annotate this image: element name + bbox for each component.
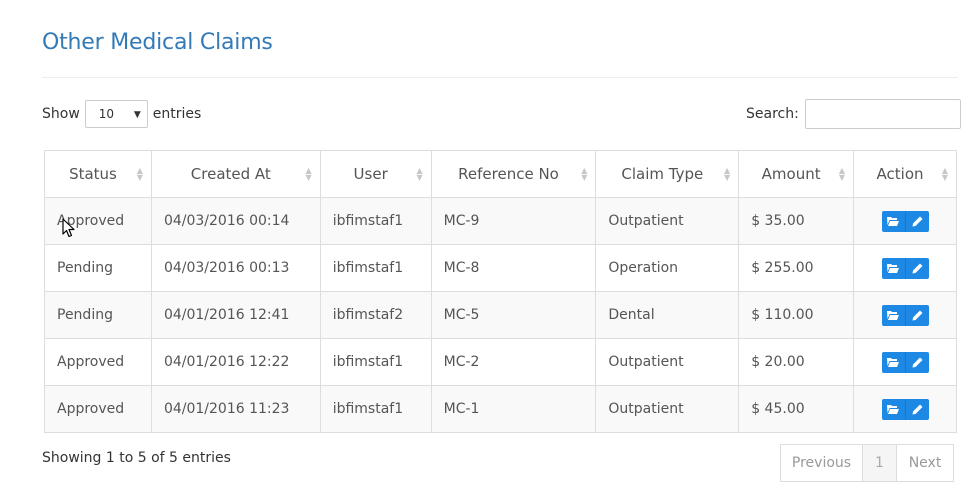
- claim-type-cell: Outpatient: [595, 338, 740, 386]
- folder-open-icon: [887, 405, 900, 414]
- entries-length-control: Show 10 ▼ entries: [42, 99, 201, 129]
- table-info: Showing 1 to 5 of 5 entries: [42, 450, 231, 466]
- title-divider: [42, 77, 958, 78]
- table-search: Search:: [746, 99, 961, 129]
- table-row: Approved 04/01/2016 12:22 ibfimstaf1 MC-…: [44, 338, 957, 386]
- table-row: Pending 04/01/2016 12:41 ibfimstaf2 MC-5…: [44, 291, 957, 339]
- row-action-group: [881, 210, 929, 232]
- amount-cell: $ 255.00: [738, 244, 855, 292]
- sort-icon: ▲ ▼: [136, 166, 143, 182]
- user-cell: ibfimstaf1: [319, 385, 432, 433]
- page-1-button[interactable]: 1: [862, 444, 897, 482]
- table-row: Approved 04/01/2016 11:23 ibfimstaf1 MC-…: [44, 385, 957, 433]
- reference-no-cell: MC-2: [430, 338, 597, 386]
- row-action-group: [881, 257, 929, 279]
- reference-no-cell: MC-9: [430, 197, 597, 245]
- created-at-cell: 04/03/2016 00:14: [150, 197, 321, 245]
- edit-claim-button[interactable]: [905, 398, 929, 420]
- folder-open-icon: [887, 264, 900, 273]
- created-at-cell: 04/01/2016 12:22: [150, 338, 321, 386]
- column-header-created-at[interactable]: Created At ▲ ▼: [150, 150, 321, 198]
- amount-cell: $ 110.00: [738, 291, 855, 339]
- page-title: Other Medical Claims: [42, 30, 273, 55]
- entries-label: entries: [152, 106, 202, 122]
- reference-no-cell: MC-5: [430, 291, 597, 339]
- row-action-group: [881, 398, 929, 420]
- pencil-icon: [912, 357, 923, 367]
- status-cell: Approved: [44, 385, 152, 433]
- sort-icon: ▲ ▼: [416, 166, 423, 182]
- amount-cell: $ 35.00: [738, 197, 855, 245]
- view-claim-button[interactable]: [881, 304, 906, 326]
- status-cell: Pending: [44, 244, 152, 292]
- amount-cell: $ 45.00: [738, 385, 855, 433]
- pencil-icon: [912, 263, 923, 273]
- sort-icon: ▲ ▼: [724, 166, 731, 182]
- action-cell: [853, 244, 957, 292]
- column-header-claim-type[interactable]: Claim Type ▲ ▼: [595, 150, 740, 198]
- search-label: Search:: [746, 106, 799, 122]
- folder-open-icon: [887, 311, 900, 320]
- view-claim-button[interactable]: [881, 351, 906, 373]
- claim-type-cell: Dental: [595, 291, 740, 339]
- table-row: Approved 04/03/2016 00:14 ibfimstaf1 MC-…: [44, 197, 957, 245]
- pencil-icon: [912, 310, 923, 320]
- action-cell: [853, 291, 957, 339]
- edit-claim-button[interactable]: [905, 351, 929, 373]
- status-cell: Approved: [44, 338, 152, 386]
- medical-claims-page: Other Medical Claims Show 10 ▼ entries S…: [0, 0, 975, 502]
- sort-icon: ▲ ▼: [838, 166, 846, 182]
- column-header-amount[interactable]: Amount ▲ ▼: [738, 150, 855, 198]
- claim-type-cell: Outpatient: [595, 197, 740, 245]
- edit-claim-button[interactable]: [905, 257, 929, 279]
- view-claim-button[interactable]: [881, 210, 906, 232]
- column-header-status[interactable]: Status ▲ ▼: [44, 150, 152, 198]
- folder-open-icon: [887, 217, 900, 226]
- column-header-reference-no[interactable]: Reference No ▲ ▼: [430, 150, 597, 198]
- edit-claim-button[interactable]: [905, 210, 929, 232]
- entries-per-page-value: 10: [98, 107, 115, 121]
- action-cell: [853, 385, 957, 433]
- previous-page-button[interactable]: Previous: [780, 444, 863, 482]
- created-at-cell: 04/03/2016 00:13: [150, 244, 321, 292]
- column-header-action[interactable]: Action ▲ ▼: [853, 150, 957, 198]
- next-page-button[interactable]: Next: [896, 444, 954, 482]
- column-header-user[interactable]: User ▲ ▼: [319, 150, 432, 198]
- entries-per-page-select[interactable]: 10 ▼: [84, 100, 148, 128]
- row-action-group: [881, 304, 929, 326]
- show-label: Show: [42, 106, 80, 122]
- pencil-icon: [912, 404, 923, 414]
- created-at-cell: 04/01/2016 12:41: [150, 291, 321, 339]
- search-input[interactable]: [804, 99, 961, 129]
- action-cell: [853, 197, 957, 245]
- reference-no-cell: MC-8: [430, 244, 597, 292]
- claim-type-cell: Outpatient: [595, 385, 740, 433]
- sort-icon: ▲ ▼: [305, 166, 312, 182]
- sort-icon: ▲ ▼: [941, 166, 948, 182]
- folder-open-icon: [887, 358, 900, 367]
- pencil-icon: [912, 216, 923, 226]
- view-claim-button[interactable]: [881, 257, 906, 279]
- action-cell: [853, 338, 957, 386]
- table-row: Pending 04/03/2016 00:13 ibfimstaf1 MC-8…: [44, 244, 957, 292]
- amount-cell: $ 20.00: [738, 338, 855, 386]
- user-cell: ibfimstaf1: [319, 244, 432, 292]
- chevron-down-icon: ▼: [133, 110, 141, 120]
- status-cell: Pending: [44, 291, 152, 339]
- created-at-cell: 04/01/2016 11:23: [150, 385, 321, 433]
- view-claim-button[interactable]: [881, 398, 906, 420]
- table-header-row: Status ▲ ▼ Created At ▲ ▼ User ▲ ▼ Reference N…: [44, 150, 957, 198]
- user-cell: ibfimstaf2: [319, 291, 432, 339]
- claims-table: Status ▲ ▼ Created At ▲ ▼ User ▲ ▼ Reference N…: [44, 150, 957, 433]
- user-cell: ibfimstaf1: [319, 338, 432, 386]
- status-cell: Approved: [44, 197, 152, 245]
- pagination: Previous 1 Next: [780, 444, 954, 482]
- row-action-group: [881, 351, 929, 373]
- user-cell: ibfimstaf1: [319, 197, 432, 245]
- reference-no-cell: MC-1: [430, 385, 597, 433]
- mouse-cursor-icon: [62, 218, 75, 238]
- sort-icon: ▲ ▼: [581, 166, 588, 182]
- edit-claim-button[interactable]: [905, 304, 929, 326]
- claim-type-cell: Operation: [595, 244, 740, 292]
